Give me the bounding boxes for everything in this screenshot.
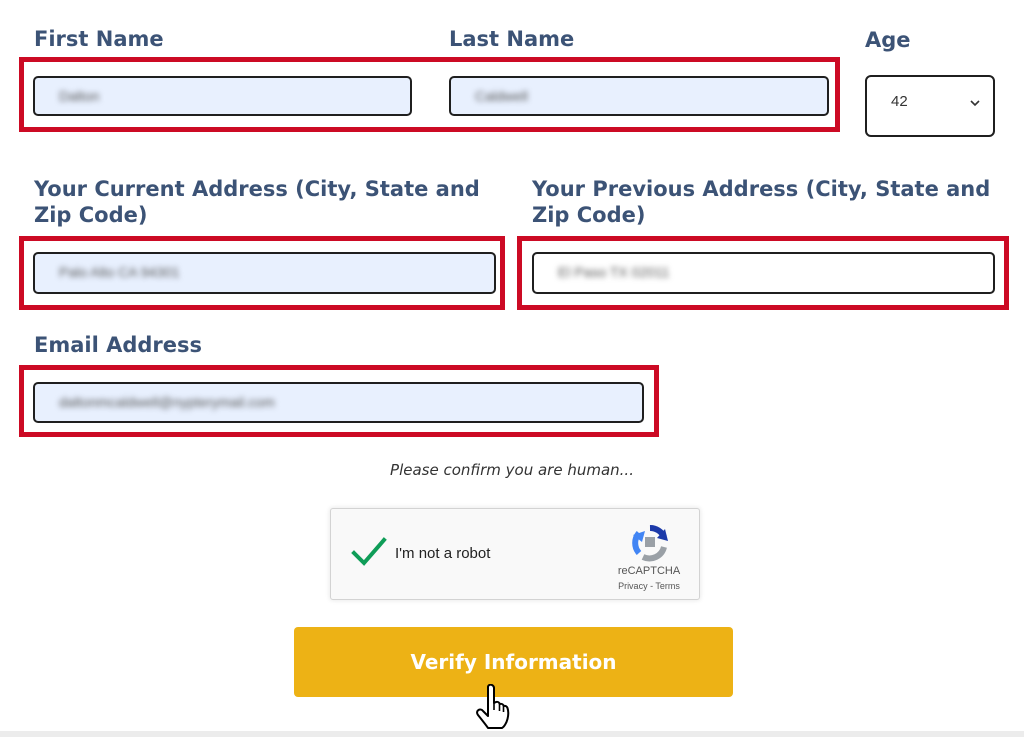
age-select[interactable]: 42 xyxy=(865,75,995,137)
last-name-value: Caldwell xyxy=(475,88,528,104)
previous-address-value: El Paso TX 02011 xyxy=(558,264,670,280)
previous-address-label: Your Previous Address (City, State and Z… xyxy=(532,177,991,227)
human-confirm-prompt: Please confirm you are human... xyxy=(390,461,634,479)
last-name-label: Last Name xyxy=(449,27,575,51)
email-input[interactable]: daltonmcaldwell@nypterymail.com xyxy=(33,382,644,423)
terms-link[interactable]: Terms xyxy=(655,581,680,591)
age-label: Age xyxy=(865,28,911,52)
recaptcha-links: Privacy - Terms xyxy=(603,581,695,591)
first-name-value: Dalton xyxy=(59,88,100,104)
last-name-input[interactable]: Caldwell xyxy=(449,76,829,116)
hand-pointer-cursor-icon xyxy=(476,684,510,729)
recaptcha-logo-icon xyxy=(632,525,668,562)
first-name-label: First Name xyxy=(34,27,164,51)
not-a-robot-label: I'm not a robot xyxy=(395,545,491,562)
current-address-label: Your Current Address (City, State and Zi… xyxy=(34,177,480,227)
checkmark-icon[interactable] xyxy=(351,536,387,568)
first-name-input[interactable]: Dalton xyxy=(33,76,412,116)
chevron-down-icon xyxy=(970,100,980,107)
privacy-link[interactable]: Privacy xyxy=(618,581,648,591)
footer-divider xyxy=(0,731,1024,737)
current-address-value: Palo Alto CA 94301 xyxy=(59,264,180,280)
email-label: Email Address xyxy=(34,333,203,357)
email-value: daltonmcaldwell@nypterymail.com xyxy=(59,394,275,410)
recaptcha-brand-label: reCAPTCHA xyxy=(617,565,681,577)
age-value: 42 xyxy=(891,93,908,110)
recaptcha-widget: I'm not a robot reCAPTCHA Privacy - Term… xyxy=(330,508,700,600)
previous-address-input[interactable]: El Paso TX 02011 xyxy=(532,252,995,294)
current-address-input[interactable]: Palo Alto CA 94301 xyxy=(33,252,496,294)
